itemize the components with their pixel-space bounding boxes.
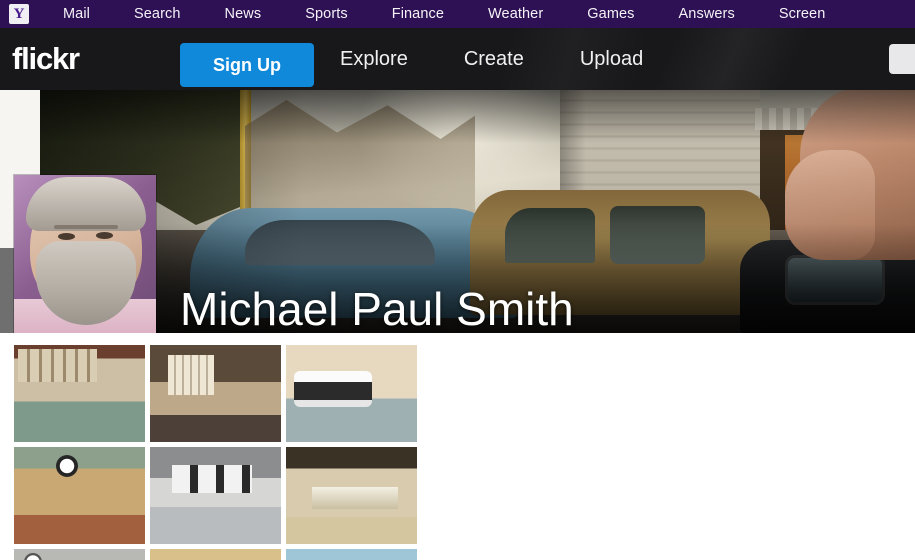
yahoo-nav-weather[interactable]: Weather	[488, 6, 543, 22]
photostream-grid	[0, 333, 915, 560]
yahoo-nav-search[interactable]: Search	[134, 6, 181, 22]
avatar-eye-left	[58, 233, 75, 240]
yahoo-nav-sports[interactable]: Sports	[305, 6, 348, 22]
banner-finger	[785, 150, 875, 260]
thumbnail-item[interactable]	[14, 447, 145, 544]
yahoo-nav-bar: Y Mail Search News Sports Finance Weathe…	[0, 0, 915, 28]
avatar-hair	[26, 177, 146, 231]
page-title: Michael Paul Smith	[180, 283, 574, 333]
banner-woody-window-2	[610, 206, 705, 264]
sign-up-button[interactable]: Sign Up	[180, 43, 314, 87]
avatar-brow	[54, 225, 118, 229]
thumbnail-item[interactable]	[286, 447, 417, 544]
yahoo-nav-screen[interactable]: Screen	[779, 6, 826, 22]
thumbnail-column-2	[150, 345, 281, 560]
yahoo-nav-mail[interactable]: Mail	[63, 6, 90, 22]
flickr-logo[interactable]: flickr	[12, 40, 80, 78]
flickr-nav-explore[interactable]: Explore	[340, 48, 408, 71]
thumbnail-item[interactable]	[14, 549, 145, 560]
thumbnail-item[interactable]	[14, 345, 145, 442]
thumbnail-item[interactable]	[286, 549, 417, 560]
yahoo-nav-games[interactable]: Games	[587, 6, 634, 22]
thumbnail-column-3	[286, 345, 417, 560]
banner-blue-car-windows	[245, 220, 435, 265]
banner-woody-window-1	[505, 208, 595, 263]
yahoo-nav-finance[interactable]: Finance	[392, 6, 444, 22]
flickr-profile-page: Y Mail Search News Sports Finance Weathe…	[0, 0, 915, 560]
yahoo-y-icon[interactable]: Y	[9, 4, 29, 24]
thumbnail-grid	[14, 345, 424, 560]
flickr-nav-upload[interactable]: Upload	[580, 48, 643, 71]
thumbnail-item[interactable]	[150, 549, 281, 560]
profile-cover: Michael Paul Smith Michael Paul Smith Ph…	[0, 90, 915, 333]
thumbnail-item[interactable]	[150, 345, 281, 442]
avatar[interactable]	[14, 175, 156, 333]
thumbnail-item[interactable]	[150, 447, 281, 544]
banner-dark-car-window	[785, 255, 885, 305]
thumbnail-column-1	[14, 345, 145, 560]
flickr-header-bar: flickr Sign Up Explore Create Upload	[0, 28, 915, 90]
yahoo-nav-answers[interactable]: Answers	[679, 6, 735, 22]
yahoo-nav-news[interactable]: News	[225, 6, 262, 22]
flickr-nav-create[interactable]: Create	[464, 48, 524, 71]
search-input[interactable]	[889, 44, 915, 74]
flickr-nav: Explore Create Upload	[340, 28, 699, 90]
thumbnail-item[interactable]	[286, 345, 417, 442]
avatar-eye-right	[96, 232, 113, 239]
